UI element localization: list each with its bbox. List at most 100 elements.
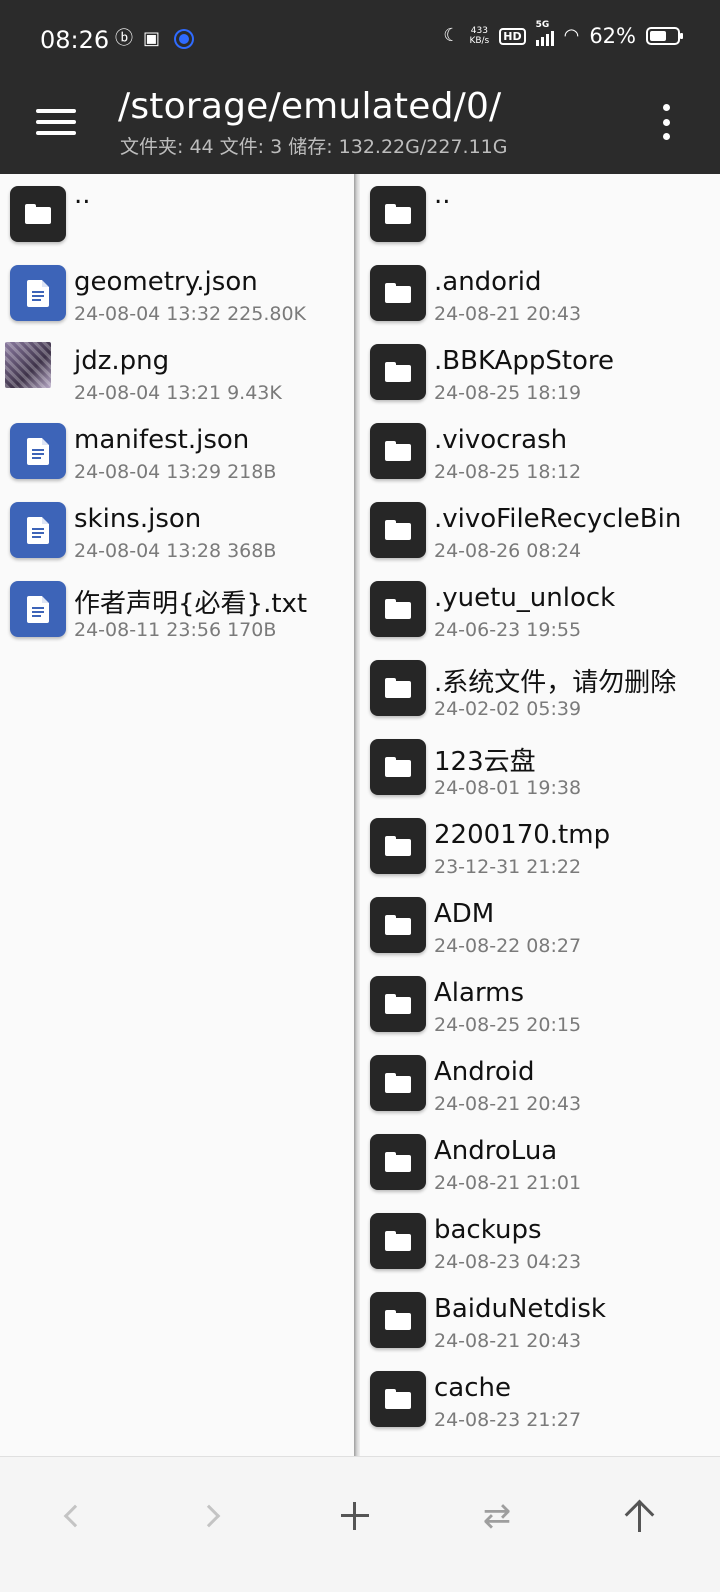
item-name: backups	[434, 1215, 542, 1245]
folder-row[interactable]: .系统文件，请勿删除 24-02-02 05:39	[360, 648, 720, 727]
parent-dir-row[interactable]: ..	[360, 174, 720, 253]
swap-panes-button[interactable]: ⇄	[462, 1481, 532, 1551]
item-name: jdz.png	[74, 346, 170, 376]
item-meta: 24-02-02 05:39	[434, 698, 582, 720]
item-meta: 24-08-22 08:27	[434, 935, 582, 957]
item-meta: 24-08-04 13:29 218B	[74, 461, 277, 483]
folder-icon	[370, 660, 426, 716]
right-file-pane[interactable]: .. .andorid 24-08-21 20:43 .BBKAppStore 24-…	[360, 174, 720, 1456]
app-icon: ▣	[143, 28, 161, 49]
battery-percent: 62%	[589, 24, 636, 48]
item-meta: 24-08-04 13:32 225.80K	[74, 303, 307, 325]
document-icon	[10, 265, 66, 321]
menu-button[interactable]	[36, 102, 76, 142]
folder-row[interactable]: Alarms 24-08-25 20:15	[360, 964, 720, 1043]
folder-row[interactable]: 2200170.tmp 23-12-31 21:22	[360, 806, 720, 885]
parent-dir-label: ..	[74, 180, 91, 210]
arrow-up-icon	[624, 1500, 654, 1532]
bilibili-icon: ⓑ	[115, 28, 133, 49]
file-row[interactable]: manifest.json 24-08-04 13:29 218B	[0, 411, 354, 490]
folder-icon	[370, 897, 426, 953]
item-meta: 24-06-23 19:55	[434, 619, 582, 641]
folder-row[interactable]: ADM 24-08-22 08:27	[360, 885, 720, 964]
current-path: /storage/emulated/0/	[118, 86, 502, 127]
folder-row[interactable]: Android 24-08-21 20:43	[360, 1043, 720, 1122]
folder-icon	[370, 976, 426, 1032]
chevron-left-icon	[63, 1504, 87, 1528]
item-name: geometry.json	[74, 267, 258, 297]
dot-icon	[662, 133, 670, 140]
back-button[interactable]	[36, 1481, 106, 1551]
status-time: 08:26	[40, 26, 110, 54]
item-name: 2200170.tmp	[434, 820, 611, 850]
left-file-pane[interactable]: .. geometry.json 24-08-04 13:32 225.80K jd…	[0, 174, 354, 1456]
item-name: 123云盘	[434, 747, 536, 777]
item-meta: 24-08-21 21:01	[434, 1172, 582, 1194]
item-meta: 24-08-11 23:56 170B	[74, 619, 277, 641]
item-name: Alarms	[434, 978, 525, 1008]
item-name: .系统文件，请勿删除	[434, 668, 677, 698]
item-meta: 24-08-26 08:24	[434, 540, 582, 562]
folder-row[interactable]: .vivoFileRecycleBin 24-08-26 08:24	[360, 490, 720, 569]
folder-row[interactable]: 123云盘 24-08-01 19:38	[360, 727, 720, 806]
item-meta: 24-08-25 20:15	[434, 1014, 582, 1036]
folder-icon	[10, 186, 66, 242]
file-row[interactable]: 作者声明{必看}.txt 24-08-11 23:56 170B	[0, 569, 354, 648]
item-meta: 24-08-04 13:21 9.43K	[74, 382, 282, 404]
item-meta: 24-08-21 20:43	[434, 303, 582, 325]
folder-icon	[370, 581, 426, 637]
network-label: 5G	[535, 20, 550, 30]
forward-button[interactable]	[178, 1481, 248, 1551]
folder-row[interactable]: .vivocrash 24-08-25 18:12	[360, 411, 720, 490]
path-stats: 文件夹: 44 文件: 3 储存: 132.22G/227.11G	[120, 136, 508, 158]
item-name: .BBKAppStore	[434, 346, 615, 376]
item-name: AndroLua	[434, 1136, 558, 1166]
parent-dir-button[interactable]	[604, 1481, 674, 1551]
image-thumbnail-icon	[5, 342, 51, 388]
battery-fill	[650, 31, 667, 41]
folder-row[interactable]: .andorid 24-08-21 20:43	[360, 253, 720, 332]
folder-row[interactable]: AndroLua 24-08-21 21:01	[360, 1122, 720, 1201]
overflow-menu-button[interactable]	[656, 102, 676, 142]
item-name: .vivocrash	[434, 425, 568, 455]
hd-badge: HD	[499, 27, 526, 45]
item-name: .yuetu_unlock	[434, 583, 616, 613]
battery-icon	[646, 27, 683, 45]
file-row[interactable]: jdz.png 24-08-04 13:21 9.43K	[0, 332, 354, 411]
item-meta: 24-08-25 18:19	[434, 382, 582, 404]
folder-row[interactable]: backups 24-08-23 04:23	[360, 1201, 720, 1280]
net-speed-value: 433	[470, 26, 488, 36]
item-name: .andorid	[434, 267, 542, 297]
file-row[interactable]: skins.json 24-08-04 13:28 368B	[0, 490, 354, 569]
add-button[interactable]	[320, 1481, 390, 1551]
blue-dot-icon	[176, 31, 193, 47]
bottom-action-bar: ⇄	[0, 1456, 720, 1592]
dot-icon	[662, 118, 670, 126]
app-toolbar: /storage/emulated/0/ 文件夹: 44 文件: 3 储存: 1…	[0, 80, 720, 174]
folder-icon	[370, 186, 426, 242]
folder-icon	[370, 502, 426, 558]
parent-dir-row[interactable]: ..	[0, 174, 354, 253]
folder-row[interactable]: cache 24-08-23 21:27	[360, 1359, 720, 1438]
folder-row[interactable]: .BBKAppStore 24-08-25 18:19	[360, 332, 720, 411]
item-name: 作者声明{必看}.txt	[74, 589, 308, 619]
folder-row[interactable]: BaiduNetdisk 24-08-21 20:43	[360, 1280, 720, 1359]
wifi-icon: ◠	[563, 25, 580, 46]
folder-icon	[370, 265, 426, 321]
folder-icon	[370, 739, 426, 795]
item-name: manifest.json	[74, 425, 250, 455]
swap-icon: ⇄	[482, 1496, 512, 1536]
hamburger-icon-line	[36, 120, 76, 124]
item-meta: 24-08-23 04:23	[434, 1251, 582, 1273]
file-row[interactable]: geometry.json 24-08-04 13:32 225.80K	[0, 253, 354, 332]
dot-icon	[662, 104, 670, 111]
chevron-right-icon	[197, 1504, 221, 1528]
document-icon	[10, 423, 66, 479]
folder-row[interactable]: .yuetu_unlock 24-06-23 19:55	[360, 569, 720, 648]
item-meta: 24-08-21 20:43	[434, 1093, 582, 1115]
item-name: BaiduNetdisk	[434, 1294, 606, 1324]
folder-icon	[370, 1292, 426, 1348]
document-icon	[10, 502, 66, 558]
item-meta: 23-12-31 21:22	[434, 856, 582, 878]
folder-icon	[370, 344, 426, 400]
